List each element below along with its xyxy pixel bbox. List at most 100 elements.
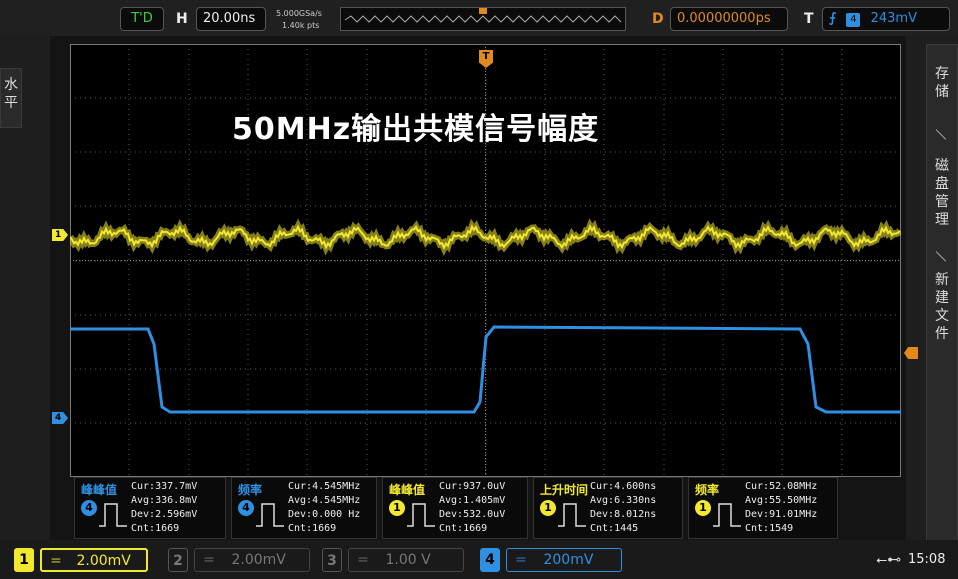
measurement-name: 频率 <box>695 483 720 497</box>
sample-rate-readout: 5.000GSa/s <box>276 9 322 18</box>
menu-item-disk-management[interactable]: 磁 盘 管 理 <box>934 158 952 234</box>
disk-char-4: 理 <box>935 212 949 228</box>
trigger-readout[interactable]: ⨍ 4 243mV <box>822 7 950 31</box>
left-side-panel: 水 平 <box>0 36 50 550</box>
measurement-name: 峰峰值 <box>389 483 426 497</box>
usb-icon: ⭠⊷ <box>876 552 902 568</box>
measurement-pulse-icon <box>407 503 435 527</box>
oscilloscope-screen: T'D H 20.00ns 5.000GSa/s 1.40k pts D 0.0… <box>0 0 958 579</box>
measurement-cnt: Cnt:1445 <box>590 523 639 534</box>
timebase-readout[interactable]: 20.00ns <box>196 7 266 31</box>
overview-wave-icon <box>344 8 622 23</box>
horizontal-menu-tab[interactable]: 水 平 <box>0 68 22 128</box>
measurement-pulse-icon <box>99 503 127 527</box>
measurement-pulse-icon <box>558 503 586 527</box>
trigger-position-label: T <box>482 51 490 62</box>
disk-char-2: 盘 <box>935 176 949 192</box>
memory-depth-readout: 1.40k pts <box>282 21 320 30</box>
menu-item-new-file[interactable]: 新 建 文 件 <box>934 272 952 348</box>
measurement-avg: Avg:55.50MHz <box>745 495 818 506</box>
measurement-channel-badge: 1 <box>695 500 711 516</box>
newfile-char-2: 建 <box>935 290 949 306</box>
measurement-box[interactable]: 峰峰值 1 Cur:937.0uV Avg:1.405mV Dev:532.0uV Cnt… <box>382 477 528 539</box>
delay-label: D <box>652 11 664 27</box>
horizontal-label: H <box>176 11 188 27</box>
measurement-pulse-icon <box>713 503 741 527</box>
measurement-cnt: Cnt:1549 <box>745 523 794 534</box>
measurement-avg: Avg:336.8mV <box>131 495 198 506</box>
right-side-menu: 存 储 磁 盘 管 理 新 建 文 件 <box>906 36 958 550</box>
trigger-status-badge[interactable]: T'D <box>120 7 164 31</box>
measurement-values: Cur:4.545MHz Avg:4.545MHz Dev:0.000 Hz Cnt:… <box>288 480 360 536</box>
measurement-box[interactable]: 频率 1 Cur:52.08MHz Avg:55.50MHz Dev:91.01MHz C… <box>688 477 838 539</box>
measurement-values: Cur:4.600ns Avg:6.330ns Dev:8.012ns Cnt:144… <box>590 480 656 536</box>
trigger-label: T <box>804 11 814 27</box>
measurement-pulse-icon <box>256 503 284 527</box>
trigger-level: 243mV <box>870 11 917 26</box>
measurement-values: Cur:52.08MHz Avg:55.50MHz Dev:91.01MHz Cnt:… <box>745 480 817 536</box>
measurement-cur: Cur:52.08MHz <box>745 481 818 492</box>
measurement-avg: Avg:1.405mV <box>439 495 506 506</box>
measurement-cur: Cur:937.0uV <box>439 481 506 492</box>
menu-item-storage[interactable]: 存 储 <box>934 66 952 106</box>
ch4-scale-value: 200mV <box>543 552 594 568</box>
trigger-source-badge: 4 <box>846 13 861 27</box>
measurement-box[interactable]: 峰峰值 4 Cur:337.7mV Avg:336.8mV Dev:2.596mV Cnt… <box>74 477 226 539</box>
ch4-button[interactable]: 4 <box>480 548 500 572</box>
measurement-cnt: Cnt:1669 <box>439 523 488 534</box>
measurement-cur: Cur:4.600ns <box>590 481 657 492</box>
ch3-button[interactable]: 3 <box>322 548 342 572</box>
ch1-scale-value: 2.00mV <box>76 553 131 569</box>
ch3-scale[interactable]: ＝ 1.00 V <box>348 548 464 572</box>
measurement-channel-badge: 1 <box>389 500 405 516</box>
newfile-char-4: 件 <box>935 326 949 342</box>
measurement-values: Cur:937.0uV Avg:1.405mV Dev:532.0uV Cnt:166… <box>439 480 505 536</box>
measurement-cnt: Cnt:1669 <box>288 523 337 534</box>
ch2-scale-value: 2.00mV <box>231 552 286 568</box>
measurement-channel-badge: 4 <box>238 500 254 516</box>
measurement-dev: Dev:0.000 Hz <box>288 509 361 520</box>
ch1-button[interactable]: 1 <box>14 548 34 572</box>
newfile-char-3: 文 <box>935 308 949 324</box>
rising-edge-icon: ⨍ <box>829 11 837 26</box>
measurement-avg: Avg:4.545MHz <box>288 495 361 506</box>
ch4-offset-marker[interactable]: 4 <box>52 412 68 424</box>
disk-char-1: 磁 <box>935 158 949 174</box>
horizontal-menu-char-2: 平 <box>4 95 18 111</box>
measurement-dev: Dev:2.596mV <box>131 509 198 520</box>
disk-char-3: 管 <box>935 194 949 210</box>
storage-char-2: 储 <box>935 84 949 100</box>
measurement-channel-badge: 1 <box>540 500 556 516</box>
delay-readout[interactable]: 0.00000000ps <box>670 7 788 31</box>
measurement-name: 上升时间 <box>540 483 589 497</box>
ch2-coupling-icon: ＝ <box>203 553 216 567</box>
ch2-scale[interactable]: ＝ 2.00mV <box>194 548 310 572</box>
storage-char-1: 存 <box>935 66 949 82</box>
ch3-coupling-icon: ＝ <box>357 553 370 567</box>
ch1-offset-marker[interactable]: 1 <box>52 229 68 241</box>
ch1-coupling-icon: ＝ <box>50 554 63 568</box>
measurement-box[interactable]: 上升时间 1 Cur:4.600ns Avg:6.330ns Dev:8.012ns Cn… <box>533 477 683 539</box>
measurement-channel-badge: 4 <box>81 500 97 516</box>
measurement-dev: Dev:91.01MHz <box>745 509 818 520</box>
ch2-button[interactable]: 2 <box>168 548 188 572</box>
top-status-bar: T'D H 20.00ns 5.000GSa/s 1.40k pts D 0.0… <box>0 0 958 36</box>
measurement-avg: Avg:6.330ns <box>590 495 657 506</box>
clock-time: 15:08 <box>908 552 946 567</box>
newfile-char-1: 新 <box>935 272 949 288</box>
measurement-box[interactable]: 频率 4 Cur:4.545MHz Avg:4.545MHz Dev:0.000 Hz C… <box>231 477 377 539</box>
ch4-coupling-icon: ＝ <box>515 553 528 567</box>
waveform-overview-bar[interactable] <box>340 7 626 31</box>
ch1-marker-label: 1 <box>55 230 62 240</box>
measurement-cur: Cur:4.545MHz <box>288 481 361 492</box>
measurement-cur: Cur:337.7mV <box>131 481 198 492</box>
ch4-marker-label: 4 <box>55 413 62 423</box>
ch4-scale[interactable]: ＝ 200mV <box>506 548 622 572</box>
bottom-channel-bar: 1 ＝ 2.00mV 2 ＝ 2.00mV 3 ＝ 1.00 V 4 ＝ 200… <box>0 540 958 579</box>
measurement-dev: Dev:8.012ns <box>590 509 657 520</box>
measurement-cnt: Cnt:1669 <box>131 523 180 534</box>
horizontal-menu-char-1: 水 <box>4 77 18 93</box>
measurement-values: Cur:337.7mV Avg:336.8mV Dev:2.596mV Cnt:166… <box>131 480 197 536</box>
screen-title: 50MHz输出共模信号幅度 <box>232 112 600 147</box>
ch1-scale[interactable]: ＝ 2.00mV <box>40 548 148 572</box>
